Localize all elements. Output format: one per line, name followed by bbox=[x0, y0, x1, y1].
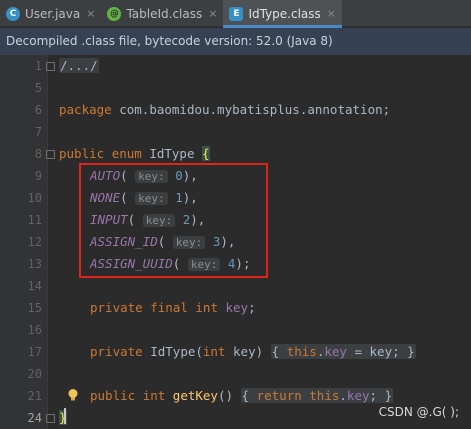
line-number: 10 bbox=[27, 191, 42, 205]
keyword: public bbox=[59, 146, 105, 161]
line-number: 14 bbox=[27, 279, 42, 293]
line-number: 12 bbox=[27, 235, 42, 249]
code-line: public int getKey() { return this.key; } bbox=[90, 388, 394, 403]
keyword: enum bbox=[111, 146, 142, 161]
enum-icon: E bbox=[229, 6, 244, 21]
line-number: 16 bbox=[27, 323, 42, 337]
close-icon[interactable]: × bbox=[86, 7, 95, 20]
folded-block[interactable]: { return this.key; } bbox=[240, 388, 394, 403]
line-number: 9 bbox=[34, 169, 42, 183]
code-line: public enum IdType { bbox=[48, 143, 471, 165]
keyword: package bbox=[59, 102, 112, 117]
decompiled-banner: Decompiled .class file, bytecode version… bbox=[0, 28, 471, 55]
tab-idtype-class[interactable]: E IdType.class × bbox=[223, 0, 342, 28]
line-number: 1 bbox=[34, 59, 42, 73]
text-caret bbox=[64, 408, 66, 424]
tab-label: User.java bbox=[25, 6, 81, 21]
fold-toggle-icon[interactable] bbox=[46, 150, 55, 159]
line-number: 17 bbox=[27, 345, 42, 359]
highlight-rectangle bbox=[79, 163, 268, 278]
line-number-current: 24 bbox=[27, 411, 42, 425]
tab-label: TableId.class bbox=[126, 6, 203, 21]
line-number: 20 bbox=[27, 367, 42, 381]
tab-user-java[interactable]: C User.java × bbox=[0, 0, 101, 27]
method-name: getKey bbox=[172, 388, 218, 403]
lightbulb-icon[interactable] bbox=[66, 388, 80, 402]
enum-name: IdType bbox=[149, 146, 195, 161]
line-number: 6 bbox=[34, 103, 42, 117]
watermark: CSDN @.G( ); bbox=[378, 405, 459, 419]
brace: { bbox=[202, 146, 210, 161]
code-line: private IdType(int key) { this.key = key… bbox=[90, 344, 416, 359]
code-line: /.../ bbox=[48, 55, 471, 77]
annotation-icon: @ bbox=[107, 6, 122, 21]
close-icon[interactable]: × bbox=[327, 7, 336, 20]
line-number: 5 bbox=[34, 81, 42, 95]
code-line: package com.baomidou.mybatisplus.annotat… bbox=[48, 99, 471, 121]
line-number: 13 bbox=[27, 257, 42, 271]
tab-label: IdType.class bbox=[248, 6, 321, 21]
package-name: com.baomidou.mybatisplus.annotation; bbox=[119, 102, 391, 117]
line-number: 7 bbox=[34, 125, 42, 139]
code-line: private final int key; bbox=[90, 300, 256, 315]
field-name: key bbox=[225, 300, 249, 315]
line-number: 8 bbox=[34, 147, 42, 161]
line-number: 11 bbox=[27, 213, 42, 227]
tab-tableid-class[interactable]: @ TableId.class × bbox=[101, 0, 223, 27]
line-number-gutter[interactable]: 1 5 6 7 8 9 10 11 12 13 14 15 16 17 20 2… bbox=[0, 55, 48, 429]
line-number: 15 bbox=[27, 301, 42, 315]
class-c-icon: C bbox=[6, 6, 20, 21]
line-number: 21 bbox=[27, 389, 42, 403]
close-icon[interactable]: × bbox=[208, 7, 217, 20]
folded-region[interactable]: /.../ bbox=[59, 58, 99, 73]
editor-tab-bar: C User.java × @ TableId.class × E IdType… bbox=[0, 0, 471, 28]
fold-toggle-icon[interactable] bbox=[46, 62, 55, 71]
folded-block[interactable]: { this.key = key; } bbox=[270, 344, 416, 359]
fold-toggle-icon[interactable] bbox=[46, 414, 55, 423]
